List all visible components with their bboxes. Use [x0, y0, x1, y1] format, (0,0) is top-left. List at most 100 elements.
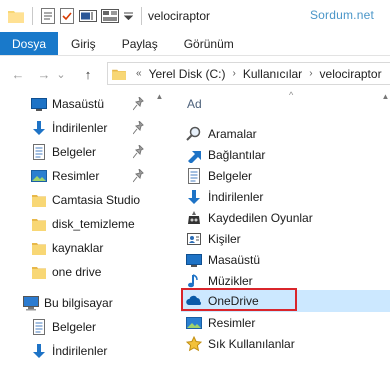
desktop-icon [31, 98, 47, 111]
address-overflow[interactable]: « [136, 68, 142, 79]
content-scrollbar[interactable]: ▲ [381, 92, 390, 365]
search-icon [186, 126, 201, 141]
scroll-up-arrow-icon[interactable]: ▲ [155, 92, 164, 104]
folder-icon [32, 219, 46, 231]
nav-item-kaynaklar[interactable]: kaynaklar [0, 236, 155, 260]
nav-item-label: İndirilenler [52, 121, 108, 135]
pictures-icon [186, 317, 202, 329]
up-button[interactable]: ↑ [78, 64, 98, 84]
up-arrow-icon: ↑ [84, 66, 92, 82]
nav-item-indirilenler[interactable]: İndirilenler [0, 116, 155, 140]
saved-games-icon [188, 211, 200, 224]
forward-button[interactable]: → [34, 64, 54, 84]
list-item-baglantilar[interactable]: Bağlantılar [181, 144, 390, 166]
nav-item-label: Masaüstü [52, 97, 105, 111]
breadcrumb-chevron-icon[interactable]: › [309, 68, 312, 79]
nav-item-one-drive[interactable]: one drive [0, 260, 155, 284]
recent-locations-button[interactable]: ⌄ [54, 64, 68, 84]
list-item-label: Belgeler [208, 169, 253, 183]
computer-icon [23, 296, 39, 311]
nav-pane-scrollbar[interactable]: ▲ [155, 92, 164, 365]
window-title: velociraptor [148, 9, 211, 23]
ribbon-tabs: Dosya Giriş Paylaş Görünüm [0, 32, 390, 56]
nav-item-label: Resimler [52, 169, 100, 183]
list-item-belgeler[interactable]: Belgeler [181, 165, 390, 187]
sort-arrow-icon: ^ [289, 90, 294, 100]
nav-item-label: Belgeler [52, 145, 97, 159]
list-item-kisiler[interactable]: Kişiler [181, 228, 390, 250]
nav-item-disk-temizleme[interactable]: disk_temizleme [0, 212, 155, 236]
highlight-box [181, 288, 297, 311]
scroll-up-arrow-icon[interactable]: ▲ [381, 92, 390, 104]
links-icon [188, 151, 201, 163]
tab-dosya[interactable]: Dosya [0, 32, 59, 55]
breadcrumb-chevron-icon[interactable]: › [232, 68, 235, 79]
pin-icon[interactable] [133, 145, 145, 159]
desktop-icon [186, 254, 202, 267]
nav-item-pc-belgeler[interactable]: Belgeler [0, 315, 155, 339]
folder-icon [32, 267, 46, 279]
forward-arrow-icon: → [37, 66, 51, 82]
dropdown-arrow-icon[interactable] [121, 0, 135, 32]
back-arrow-icon: ← [11, 66, 25, 82]
breadcrumb-segment[interactable]: velociraptor [320, 67, 382, 81]
navigation-pane: Masaüstü İndirilenler Belgeler Resimler … [0, 92, 155, 365]
folder-icon [6, 0, 26, 32]
nav-item-camtasia-studio[interactable]: Camtasia Studio [0, 188, 155, 212]
address-bar[interactable]: « Yerel Disk (C:) › Kullanıcılar › veloc… [107, 62, 390, 85]
list-item-label: Kaydedilen Oyunlar [208, 211, 313, 225]
documents-icon [188, 168, 200, 184]
breadcrumb-segment[interactable]: Yerel Disk (C:) [149, 67, 226, 81]
nav-item-pc-indirilenler[interactable]: İndirilenler [0, 339, 155, 363]
list-item-label: Kişiler [208, 232, 241, 246]
documents-icon [33, 144, 45, 160]
list-item-kaydedilen-oyunlar[interactable]: Kaydedilen Oyunlar [181, 207, 390, 229]
nav-item-belgeler[interactable]: Belgeler [0, 140, 155, 164]
music-icon [188, 274, 198, 288]
tab-giris[interactable]: Giriş [58, 32, 109, 55]
list-item-aramalar[interactable]: Aramalar [181, 123, 390, 145]
documents-icon [33, 319, 45, 335]
list-item-label: İndirilenler [208, 190, 264, 204]
toolbar-separator [141, 7, 142, 25]
chevron-down-icon: ⌄ [56, 68, 66, 81]
list-item-resimler[interactable]: Resimler [181, 312, 390, 334]
breadcrumb-segment[interactable]: Kullanıcılar [243, 67, 302, 81]
pin-icon[interactable] [133, 169, 145, 183]
rename-icon[interactable] [77, 0, 99, 32]
tab-gorunum[interactable]: Görünüm [171, 32, 247, 55]
favorites-star-icon [186, 336, 202, 352]
nav-item-resimler[interactable]: Resimler [0, 164, 155, 188]
nav-item-label: disk_temizleme [52, 217, 135, 231]
nav-item-label: one drive [52, 265, 102, 279]
list-item-label: Resimler [208, 316, 256, 330]
pin-icon[interactable] [133, 97, 145, 111]
nav-item-masaustu[interactable]: Masaüstü [0, 92, 155, 116]
nav-item-label: Belgeler [52, 320, 97, 334]
column-header-name[interactable]: Ad [187, 97, 202, 111]
list-item-masaustu[interactable]: Masaüstü [181, 249, 390, 271]
nav-item-label: Bu bilgisayar [44, 296, 113, 310]
pin-icon[interactable] [133, 121, 145, 135]
file-list: Ad ^ Aramalar Bağlantılar Belgeler İndir… [175, 90, 390, 365]
properties-icon[interactable] [39, 0, 57, 32]
checkmark-doc-icon[interactable] [57, 0, 77, 32]
nav-item-label: İndirilenler [52, 344, 108, 358]
list-item-sik-kullanilanlar[interactable]: Sık Kullanılanlar [181, 333, 390, 355]
download-arrow-icon [33, 344, 45, 358]
quick-access-toolbar [0, 0, 148, 32]
view-icon[interactable] [99, 0, 121, 32]
nav-item-bu-bilgisayar[interactable]: Bu bilgisayar [0, 291, 155, 315]
watermark: Sordum.net [309, 8, 374, 22]
list-item-label: Sık Kullanılanlar [208, 337, 295, 351]
list-item-label: Bağlantılar [208, 148, 266, 162]
tab-paylas[interactable]: Paylaş [109, 32, 171, 55]
download-arrow-icon [33, 121, 45, 135]
list-item-indirilenler[interactable]: İndirilenler [181, 186, 390, 208]
title-bar: velociraptor Sordum.net [0, 0, 390, 32]
back-button[interactable]: ← [8, 64, 28, 84]
folder-icon [32, 195, 46, 207]
navigation-row: ← → ⌄ ↑ « Yerel Disk (C:) › Kullanıcılar… [0, 56, 390, 92]
address-folder-icon [112, 69, 126, 80]
download-arrow-icon [188, 190, 200, 204]
